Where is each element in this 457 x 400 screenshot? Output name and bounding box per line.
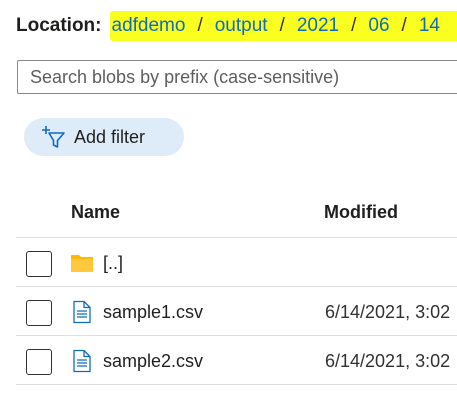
- add-filter-label: Add filter: [74, 126, 146, 147]
- breadcrumb-separator: /: [197, 15, 203, 36]
- column-header-modified[interactable]: Modified: [324, 202, 398, 223]
- row-name[interactable]: [..]: [103, 253, 123, 274]
- column-header-name[interactable]: Name: [71, 202, 120, 223]
- breadcrumb-item-year[interactable]: 2021: [297, 15, 339, 37]
- table-header: Name Modified: [16, 188, 457, 238]
- row-name[interactable]: sample2.csv: [103, 351, 203, 372]
- breadcrumb: adfdemo / output / 2021 / 06 / 14: [109, 11, 457, 41]
- row-checkbox[interactable]: [26, 349, 52, 375]
- table-row[interactable]: sample1.csv 6/14/2021, 3:02: [16, 288, 457, 336]
- row-checkbox[interactable]: [26, 251, 52, 277]
- file-icon: [73, 300, 91, 324]
- location-bar: Location: adfdemo / output / 2021 / 06 /…: [16, 10, 457, 42]
- row-modified: 6/14/2021, 3:02: [325, 351, 451, 371]
- breadcrumb-item-day[interactable]: 14: [419, 15, 440, 37]
- search-blobs-input[interactable]: [17, 60, 457, 94]
- breadcrumb-item-output[interactable]: output: [215, 15, 268, 37]
- add-filter-button[interactable]: Add filter: [24, 118, 184, 156]
- add-filter-icon: [42, 126, 65, 148]
- breadcrumb-separator: /: [279, 15, 285, 36]
- breadcrumb-separator: /: [401, 15, 407, 36]
- breadcrumb-item-container[interactable]: adfdemo: [112, 15, 186, 37]
- breadcrumb-item-month[interactable]: 06: [368, 15, 389, 37]
- table-row[interactable]: [..]: [16, 239, 457, 287]
- row-name[interactable]: sample1.csv: [103, 302, 203, 323]
- location-label: Location:: [16, 15, 102, 36]
- breadcrumb-separator: /: [351, 15, 357, 36]
- row-checkbox[interactable]: [26, 300, 52, 326]
- table-row[interactable]: sample2.csv 6/14/2021, 3:02: [16, 337, 457, 385]
- folder-icon: [71, 255, 93, 272]
- row-modified: 6/14/2021, 3:02: [325, 302, 451, 322]
- file-icon: [73, 349, 91, 373]
